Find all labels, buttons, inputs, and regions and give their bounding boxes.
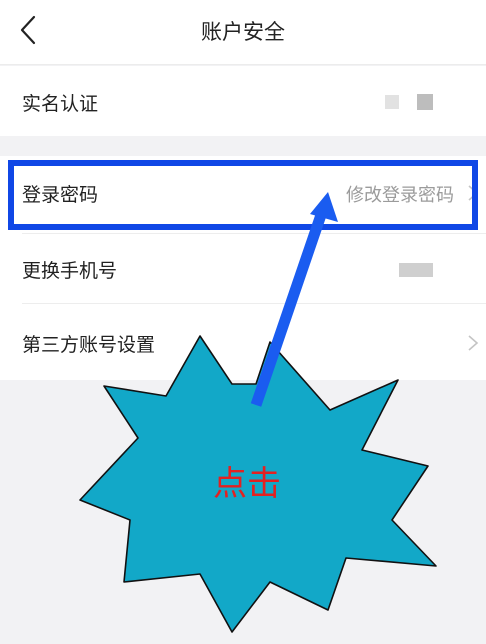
masked-value [399, 263, 433, 277]
chevron-right-icon [468, 335, 479, 351]
settings-item-label: 登录密码 [22, 184, 99, 206]
page-title: 账户安全 [201, 20, 285, 44]
masked-value [417, 94, 433, 110]
masked-value [385, 95, 399, 109]
change-password-link[interactable]: 修改登录密码 [346, 181, 454, 207]
settings-item-label: 更换手机号 [22, 260, 118, 282]
settings-item-change-phone[interactable]: 更换手机号 [0, 234, 486, 304]
settings-item-label: 第三方账号设置 [22, 334, 156, 356]
click-annotation-text: 点击 [213, 464, 281, 504]
settings-item-third-party[interactable]: 第三方账号设置 [0, 304, 486, 380]
nav-bar: 账户安全 [0, 0, 486, 65]
settings-item-real-name[interactable]: 实名认证 [0, 66, 486, 136]
settings-item-login-password[interactable]: 登录密码 修改登录密码 [0, 156, 486, 234]
settings-item-label: 实名认证 [22, 93, 99, 115]
chevron-right-icon [468, 185, 479, 201]
